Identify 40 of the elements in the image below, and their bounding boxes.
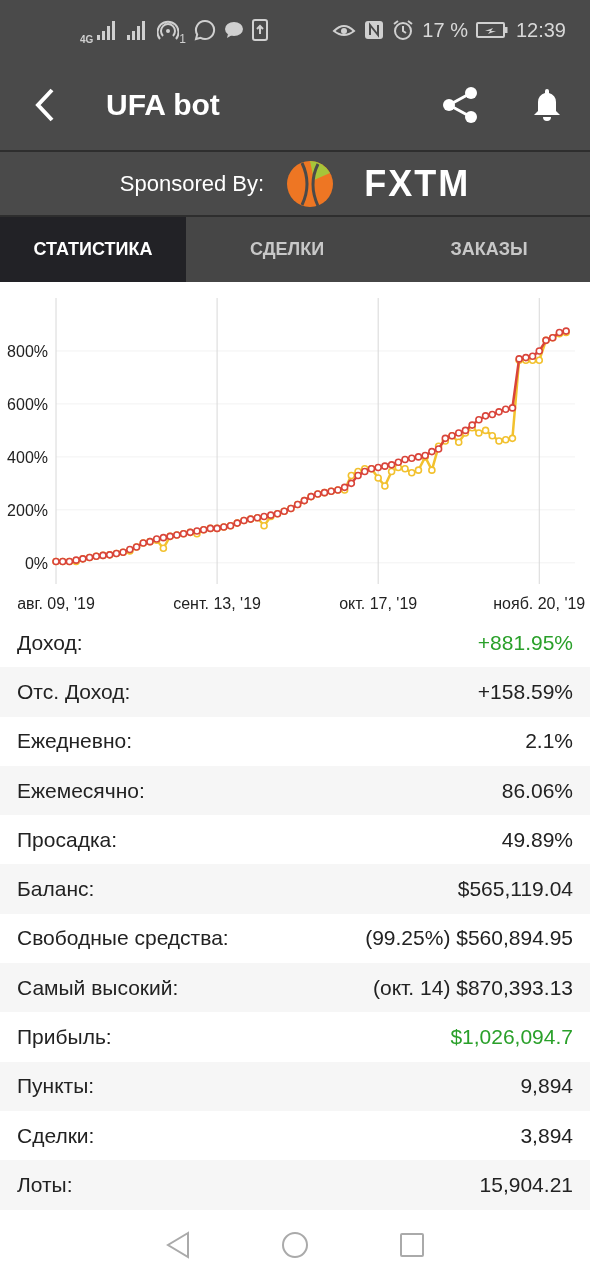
- stat-value: 9,894: [520, 1074, 573, 1099]
- stat-label: Лоты:: [17, 1172, 73, 1197]
- axis-label: 0%: [24, 554, 48, 572]
- stat-label: Свободные средства:: [17, 926, 229, 951]
- stat-label: Пункты:: [17, 1074, 95, 1099]
- stat-value: $1,026,094.7: [450, 1025, 573, 1049]
- axis-label: нояб. 20, '19: [493, 595, 586, 612]
- stat-label: Отс. Доход:: [17, 679, 131, 704]
- brand-name: FXTM: [364, 162, 471, 205]
- axis-label: 200%: [7, 501, 48, 519]
- stat-label: Сделки:: [17, 1123, 95, 1148]
- clock-time: 12:39: [515, 18, 566, 42]
- page-title: UFA bot: [106, 88, 221, 122]
- axis-label: 600%: [7, 395, 48, 413]
- stat-value: +881.95%: [477, 630, 573, 655]
- stat-label: Ежедневно:: [17, 729, 133, 754]
- stat-value: (окт. 14) $870,393.13: [372, 975, 573, 1000]
- stat-value: $565,119.04: [457, 877, 573, 902]
- stat-label: Просадка:: [17, 827, 118, 852]
- axis-label: 400%: [7, 448, 48, 466]
- network-type: 4G: [80, 34, 94, 45]
- stat-label: Доход:: [17, 630, 83, 655]
- stat-value: 3,894: [520, 1123, 573, 1148]
- axis-label: 800%: [7, 342, 48, 360]
- stat-label: Самый высокий:: [17, 975, 179, 1000]
- stat-label: Баланс:: [17, 877, 95, 902]
- stat-value: 86.06%: [501, 778, 573, 803]
- stat-value: (99.25%) $560,894.95: [365, 926, 573, 951]
- stat-value: +158.59%: [477, 679, 573, 704]
- stat-label: Ежемесячно:: [17, 778, 145, 803]
- stat-value: 2.1%: [525, 729, 573, 754]
- battery-percent: 17 %: [422, 18, 468, 42]
- axis-label: авг. 09, '19: [17, 595, 95, 612]
- axis-label: сент. 13, '19: [173, 595, 261, 612]
- axis-label: окт. 17, '19: [339, 595, 418, 612]
- stat-value: 15,904.21: [479, 1172, 573, 1197]
- notification-count: 1: [179, 32, 187, 46]
- stat-label: Прибыль:: [17, 1025, 112, 1049]
- sponsor-label: Sponsored By:: [119, 170, 265, 197]
- stat-value: 49.89%: [501, 827, 573, 852]
